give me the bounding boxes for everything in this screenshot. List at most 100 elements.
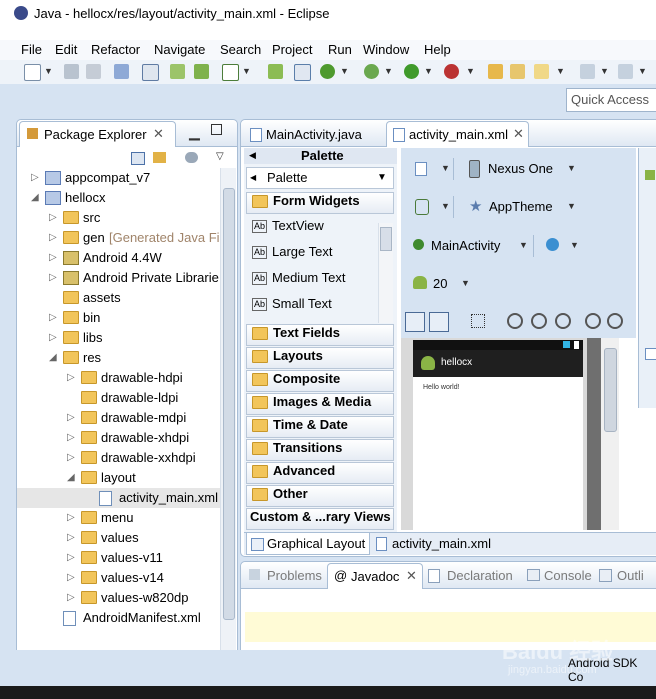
run-dropdown-icon[interactable]: ▼	[424, 66, 433, 76]
tree-item[interactable]: ▷ values-v14	[17, 568, 220, 588]
expand-arrow-icon[interactable]: ▷	[67, 452, 75, 463]
palette-category[interactable]: Composite	[246, 370, 394, 392]
new-icon[interactable]	[24, 64, 41, 81]
tree-item[interactable]: ▷ values-w820dp	[17, 588, 220, 608]
palette-widget-item[interactable]: Ab Medium Text	[252, 270, 345, 290]
tab-console[interactable]: Console	[525, 565, 595, 587]
tree-item[interactable]: ▷ src	[17, 208, 220, 228]
expand-arrow-icon[interactable]: ▷	[67, 572, 75, 583]
tree-scrollbar-thumb[interactable]	[223, 188, 235, 620]
debug-dropdown-icon[interactable]: ▼	[384, 66, 393, 76]
android-sdk-manager-icon[interactable]	[170, 64, 185, 79]
palette-widget-item[interactable]: Ab Small Text	[252, 296, 332, 316]
link-with-editor-icon[interactable]	[153, 152, 166, 163]
menu-run[interactable]: Run	[328, 42, 352, 57]
expand-arrow-icon[interactable]: ▷	[49, 212, 57, 223]
properties-icon[interactable]	[645, 348, 656, 360]
close-icon[interactable]: ✕	[153, 126, 164, 142]
tree-item[interactable]: ◢ res	[17, 348, 220, 368]
zoom-fit-icon[interactable]	[531, 313, 547, 329]
next-annotation-icon[interactable]	[580, 64, 595, 79]
config-chooser[interactable]: ▼	[411, 158, 454, 180]
menu-window[interactable]: Window	[363, 42, 409, 57]
activity-selector[interactable]: MainActivity ▼	[413, 235, 529, 257]
print-icon[interactable]	[114, 64, 129, 79]
expand-arrow-icon[interactable]: ▷	[49, 232, 57, 243]
zoom-plus-icon[interactable]	[607, 313, 623, 329]
tab-mainactivity-java[interactable]: MainActivity.java	[244, 122, 384, 146]
skip-breakpoints-icon[interactable]	[142, 64, 159, 81]
tab-graphical-layout[interactable]: Graphical Layout	[246, 533, 370, 555]
clipping-icon[interactable]	[471, 314, 485, 328]
open-task-icon[interactable]	[510, 64, 525, 79]
palette-category-form-widgets[interactable]: Form Widgets	[246, 192, 394, 214]
tree-item[interactable]: activity_main.xml	[17, 488, 220, 508]
palette-category[interactable]: Images & Media	[246, 393, 394, 415]
palette-category[interactable]: Text Fields	[246, 324, 394, 346]
new-android-project-icon[interactable]	[268, 64, 283, 79]
previous-annotation-icon[interactable]	[618, 64, 633, 79]
close-icon[interactable]: ✕	[406, 568, 417, 584]
palette-category[interactable]: Advanced	[246, 462, 394, 484]
canvas-scrollbar[interactable]	[601, 338, 619, 530]
tree-item[interactable]: ▷ bin	[17, 308, 220, 328]
menu-project[interactable]: Project	[272, 42, 312, 57]
expand-arrow-icon[interactable]: ▷	[49, 272, 57, 283]
save-icon[interactable]	[64, 64, 79, 79]
canvas-scrollbar-thumb[interactable]	[604, 348, 617, 432]
view-menu-icon[interactable]: ▽	[216, 151, 224, 162]
expand-arrow-icon[interactable]: ▷	[67, 372, 75, 383]
zoom-out-icon[interactable]	[507, 313, 523, 329]
theme-selector[interactable]: ★ AppTheme ▼	[469, 196, 589, 218]
tree-item[interactable]: ▷ values-v11	[17, 548, 220, 568]
hello-textview[interactable]: Hello world!	[423, 384, 460, 391]
expand-arrow-icon[interactable]: ▷	[49, 332, 57, 343]
tree-item[interactable]: drawable-ldpi	[17, 388, 220, 408]
collapse-arrow-icon[interactable]: ◢	[31, 192, 39, 203]
expand-arrow-icon[interactable]: ▷	[67, 412, 75, 423]
new-java-element-icon[interactable]	[294, 64, 311, 81]
next-annotation-dropdown-icon[interactable]: ▼	[600, 66, 609, 76]
tree-item[interactable]: ▷ drawable-hdpi	[17, 368, 220, 388]
collapse-arrow-icon[interactable]: ◢	[49, 352, 57, 363]
tree-item[interactable]: ▷ appcompat_v7	[17, 168, 220, 188]
expand-arrow-icon[interactable]: ▷	[31, 172, 39, 183]
search-icon[interactable]	[534, 64, 549, 79]
search-dropdown-icon[interactable]: ▼	[556, 66, 565, 76]
palette-category[interactable]: Time & Date	[246, 416, 394, 438]
tree-item[interactable]: ▷ menu	[17, 508, 220, 528]
menu-navigate[interactable]: Navigate	[154, 42, 205, 57]
menu-file[interactable]: File	[21, 42, 42, 57]
palette-widget-item[interactable]: Ab TextView	[252, 218, 324, 238]
palette-widget-item[interactable]: Ab Large Text	[252, 244, 332, 264]
collapse-palette-icon[interactable]: ◀	[249, 150, 256, 161]
api-level-selector[interactable]: 20 ▼	[413, 273, 473, 295]
zoom-actual-icon[interactable]	[555, 313, 571, 329]
expand-arrow-icon[interactable]: ▷	[49, 312, 57, 323]
open-type-icon[interactable]	[488, 64, 503, 79]
expand-arrow-icon[interactable]: ▷	[67, 512, 75, 523]
debug-icon[interactable]	[364, 64, 379, 79]
palette-category[interactable]: Transitions	[246, 439, 394, 461]
tree-item[interactable]: ◢ layout	[17, 468, 220, 488]
tab-declaration[interactable]: Declaration	[425, 565, 525, 587]
close-icon[interactable]: ✕	[513, 126, 524, 142]
expand-width-icon[interactable]	[405, 312, 425, 332]
palette-scrollbar-thumb[interactable]	[380, 227, 392, 251]
orientation-selector[interactable]: ▼	[411, 196, 454, 218]
menu-help[interactable]: Help	[424, 42, 451, 57]
tree-item[interactable]: ▷ values	[17, 528, 220, 548]
collapse-arrow-icon[interactable]: ◢	[67, 472, 75, 483]
device-selector[interactable]: Nexus One ▼	[469, 158, 589, 180]
tree-item[interactable]: ▷ drawable-xxhdpi	[17, 448, 220, 468]
expand-arrow-icon[interactable]: ▷	[49, 252, 57, 263]
palette-category[interactable]: Custom & ...rary Views	[246, 508, 394, 530]
expand-arrow-icon[interactable]: ▷	[67, 552, 75, 563]
collapse-all-icon[interactable]	[131, 152, 145, 165]
tree-item[interactable]: ▷ drawable-xhdpi	[17, 428, 220, 448]
refresh-dropdown-icon[interactable]: ▼	[340, 66, 349, 76]
tree-item[interactable]: assets	[17, 288, 220, 308]
expand-arrow-icon[interactable]: ▷	[67, 592, 75, 603]
menu-refactor[interactable]: Refactor	[91, 42, 140, 57]
minimize-icon[interactable]: ▁	[189, 124, 200, 141]
